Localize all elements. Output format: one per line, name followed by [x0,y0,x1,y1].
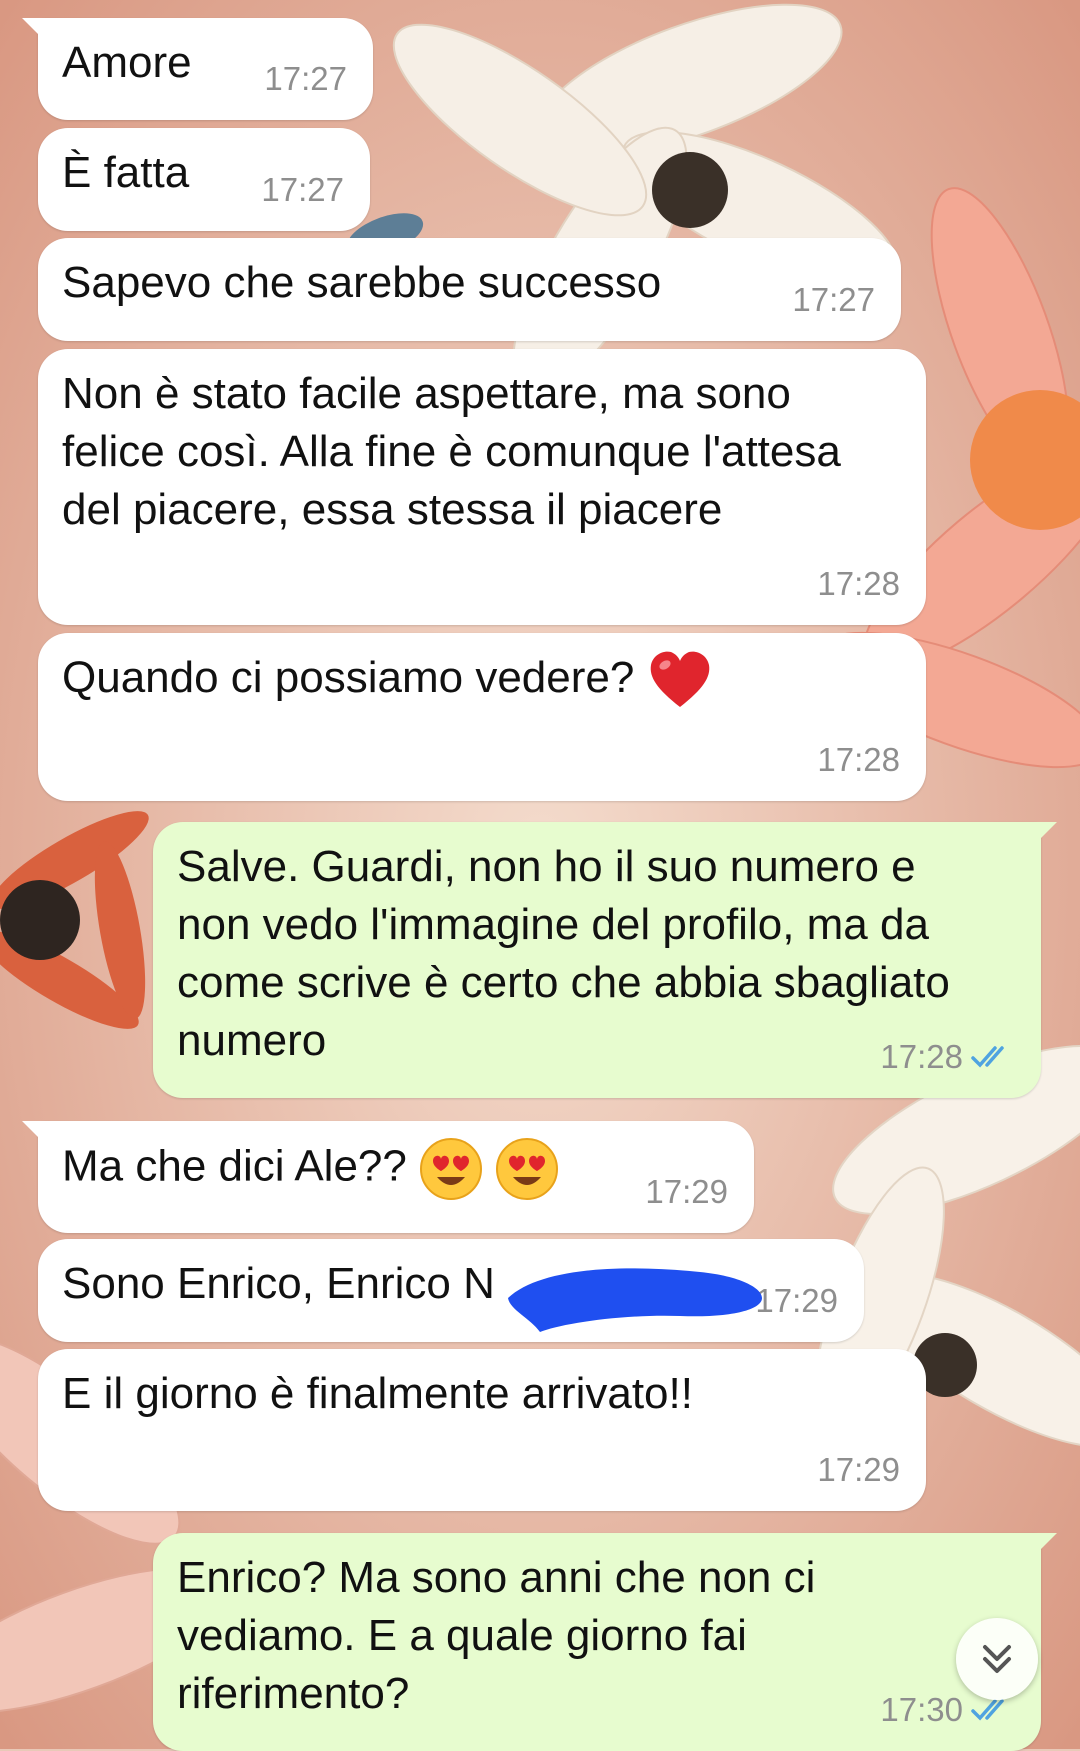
message-time: 17:28 [880,1038,963,1075]
message-time: 17:27 [264,60,347,97]
message-text: Enrico? Ma sono anni che non ci vediamo.… [177,1553,828,1718]
message-time: 17:27 [792,281,875,318]
message-incoming[interactable]: Non è stato facile aspettare, ma sono fe… [38,349,926,625]
message-meta: 17:28 [880,1028,1015,1086]
message-time: 17:28 [817,565,900,602]
message-incoming[interactable]: Ma che dici Ale?? 17:29 [22,1121,754,1233]
redaction-scribble [508,1268,762,1332]
red-heart-icon [650,651,709,708]
message-outgoing[interactable]: Enrico? Ma sono anni che non ci vediamo.… [153,1533,1057,1751]
message-text-row: Ma che dici Ale?? [62,1137,726,1201]
message-text: E il giorno è finalmente arrivato!! [62,1369,693,1418]
message-incoming[interactable]: E il giorno è finalmente arrivato!! 17:2… [38,1349,926,1511]
message-text: Salve. Guardi, non ho il suo numero e no… [177,842,963,1065]
message-incoming[interactable]: È fatta 17:27 [38,128,370,231]
message-text: Non è stato facile aspettare, ma sono fe… [62,369,854,534]
message-text: Sapevo che sarebbe successo [62,258,662,307]
message-text-row: Quando ci possiamo vedere? [62,649,898,711]
message-incoming[interactable]: Quando ci possiamo vedere? 17:28 [38,633,926,801]
read-double-check-icon [971,1699,1004,1721]
message-outgoing[interactable]: Salve. Guardi, non ho il suo numero e no… [153,822,1057,1098]
heart-eyes-emoji-icon [420,1138,483,1200]
message-time: 17:29 [645,1173,728,1210]
message-incoming[interactable]: Sapevo che sarebbe successo 17:27 [38,238,901,341]
message-time: 17:30 [880,1691,963,1728]
message-incoming[interactable]: Amore 17:27 [22,18,373,120]
read-double-check-icon [971,1046,1004,1068]
heart-eyes-emoji-icon [496,1138,559,1200]
message-time: 17:29 [817,1451,900,1488]
message-time: 17:28 [817,741,900,778]
scroll-to-bottom-button[interactable] [956,1618,1038,1700]
message-text: Quando ci possiamo vedere? [62,653,635,702]
message-time: 17:27 [261,171,344,208]
message-text: Ma che dici Ale?? [62,1141,407,1191]
chat-thread[interactable]: Amore 17:27 È fatta 17:27 Sapevo che sar… [0,0,1080,1751]
double-chevron-down-icon [983,1645,1011,1673]
